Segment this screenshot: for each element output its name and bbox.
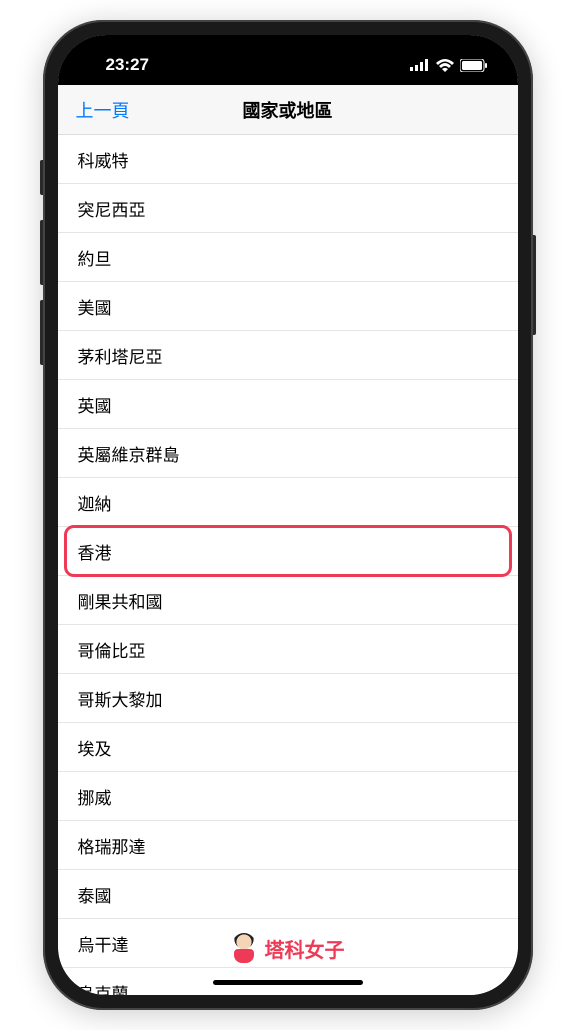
watermark-avatar-icon	[231, 933, 257, 963]
country-label: 哥斯大黎加	[78, 686, 163, 711]
status-time: 23:27	[106, 55, 149, 75]
country-list[interactable]: 科威特突尼西亞約旦美國茅利塔尼亞英國英屬維京群島迦納香港剛果共和國哥倫比亞哥斯大…	[58, 135, 518, 995]
country-label: 挪威	[78, 784, 112, 809]
list-item[interactable]: 美國	[58, 282, 518, 331]
country-label: 剛果共和國	[78, 588, 163, 613]
country-label: 泰國	[78, 882, 112, 907]
back-button[interactable]: 上一頁	[76, 97, 130, 123]
watermark: 塔科女子	[231, 933, 345, 963]
list-item[interactable]: 泰國	[58, 870, 518, 919]
navigation-bar: 上一頁 國家或地區	[58, 85, 518, 135]
list-item[interactable]: 突尼西亞	[58, 184, 518, 233]
list-item[interactable]: 茅利塔尼亞	[58, 331, 518, 380]
list-item[interactable]: 迦納	[58, 478, 518, 527]
mute-switch	[40, 160, 43, 195]
country-label: 格瑞那達	[78, 833, 146, 858]
country-label: 約旦	[78, 245, 112, 270]
country-label: 英屬維京群島	[78, 441, 180, 466]
country-label: 烏干達	[78, 931, 129, 956]
list-item[interactable]: 挪威	[58, 772, 518, 821]
country-label: 烏克蘭	[78, 980, 129, 996]
notch	[188, 35, 388, 65]
list-item[interactable]: 哥斯大黎加	[58, 674, 518, 723]
volume-down-button	[40, 300, 43, 365]
list-item[interactable]: 埃及	[58, 723, 518, 772]
country-label: 迦納	[78, 490, 112, 515]
power-button	[533, 235, 536, 335]
home-indicator[interactable]	[213, 980, 363, 985]
list-item[interactable]: 科威特	[58, 135, 518, 184]
country-label: 突尼西亞	[78, 196, 146, 221]
phone-inner: 23:27 上一頁 國家或地區	[58, 35, 518, 995]
list-item[interactable]: 英國	[58, 380, 518, 429]
country-label: 哥倫比亞	[78, 637, 146, 662]
country-label: 英國	[78, 392, 112, 417]
status-icons	[410, 59, 488, 72]
list-item[interactable]: 約旦	[58, 233, 518, 282]
highlight-box	[64, 525, 512, 577]
country-label: 美國	[78, 294, 112, 319]
phone-frame: 23:27 上一頁 國家或地區	[43, 20, 533, 1010]
screen: 23:27 上一頁 國家或地區	[58, 35, 518, 995]
country-label: 茅利塔尼亞	[78, 343, 163, 368]
list-item[interactable]: 英屬維京群島	[58, 429, 518, 478]
page-title: 國家或地區	[243, 97, 333, 123]
list-item[interactable]: 香港	[58, 527, 518, 576]
battery-icon	[460, 59, 488, 72]
cellular-signal-icon	[410, 59, 430, 71]
volume-up-button	[40, 220, 43, 285]
wifi-icon	[436, 59, 454, 72]
country-label: 埃及	[78, 735, 112, 760]
list-item[interactable]: 剛果共和國	[58, 576, 518, 625]
list-item[interactable]: 格瑞那達	[58, 821, 518, 870]
country-label: 科威特	[78, 147, 129, 172]
watermark-text: 塔科女子	[265, 934, 345, 963]
list-item[interactable]: 哥倫比亞	[58, 625, 518, 674]
country-label: 香港	[78, 539, 112, 564]
